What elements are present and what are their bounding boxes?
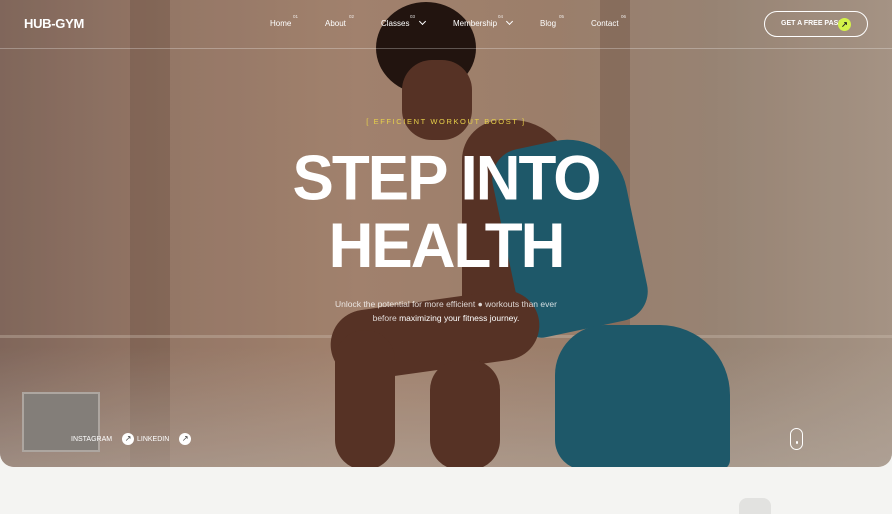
nav-item-index: 06	[621, 14, 627, 19]
arrow-up-right-icon: ↗	[838, 18, 851, 31]
subtitle-highlight: maximizing your fitness journey.	[399, 313, 520, 323]
nav-item-index: 02	[349, 14, 355, 19]
subtitle-text: workouts than ever	[485, 299, 557, 309]
chevron-down-icon	[506, 17, 514, 26]
nav-item-label: Blog	[540, 19, 557, 28]
get-free-pass-button[interactable]: GET A FREE PASS ↗	[764, 11, 868, 37]
headline-line-1: STEP INTO	[292, 143, 601, 215]
brand-logo[interactable]: HUB-GYM	[24, 16, 84, 31]
top-nav: HUB-GYM Home 01 About 02 Classes 03 Memb…	[0, 0, 892, 49]
nav-item-index: 04	[498, 14, 504, 19]
nav-item-blog[interactable]: Blog 05	[540, 14, 564, 28]
social-label: LINKEDIN	[137, 435, 170, 443]
nav-item-index: 01	[293, 14, 299, 19]
arrow-up-right-icon: ↗	[122, 433, 135, 445]
hero-subtitle: Unlock the potential for more efficient …	[0, 297, 892, 325]
instagram-link[interactable]: INSTAGRAM ↗	[71, 433, 135, 445]
scroll-mouse-icon[interactable]	[790, 428, 803, 450]
arrow-up-right-icon: ↗	[179, 433, 192, 445]
cta-label: GET A FREE PASS	[781, 20, 843, 27]
nav-item-label: Membership	[453, 19, 498, 28]
subtitle-text: Unlock the potential for more efficient	[335, 299, 476, 309]
nav-item-home[interactable]: Home 01	[270, 14, 298, 28]
chevron-down-icon	[418, 17, 426, 26]
nav-item-label: Home	[270, 19, 292, 28]
nav-item-classes[interactable]: Classes 03	[381, 14, 426, 28]
headline-line-2: HEALTH	[328, 210, 566, 282]
next-section-graphic	[739, 498, 771, 514]
nav-item-index: 05	[559, 14, 565, 19]
social-label: INSTAGRAM	[71, 435, 113, 443]
dumbbell-icon: ●	[477, 299, 483, 309]
hero-section: HUB-GYM Home 01 About 02 Classes 03 Memb…	[0, 0, 892, 467]
mouse-wheel	[796, 441, 798, 444]
nav-item-label: Contact	[591, 19, 619, 28]
nav-item-about[interactable]: About 02	[325, 14, 354, 28]
hero-headline: STEP INTO HEALTH	[0, 143, 892, 282]
hero-eyebrow: [ EFFICIENT WORKOUT BOOST ]	[366, 117, 526, 126]
subtitle-text: before	[372, 313, 397, 323]
nav-item-label: Classes	[381, 19, 410, 28]
nav-item-contact[interactable]: Contact 06	[591, 14, 626, 28]
nav-item-membership[interactable]: Membership 04	[453, 14, 514, 28]
nav-item-index: 03	[410, 14, 416, 19]
linkedin-link[interactable]: LINKEDIN ↗	[137, 433, 192, 445]
nav-item-label: About	[325, 19, 346, 28]
